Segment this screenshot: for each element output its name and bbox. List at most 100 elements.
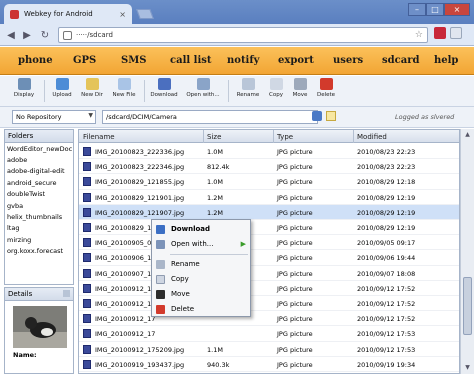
tab-close-icon[interactable]: × (119, 10, 126, 19)
menu-help[interactable]: help (434, 55, 458, 66)
menu-call-list[interactable]: call list (170, 55, 212, 66)
menu-sms[interactable]: SMS (121, 55, 147, 66)
window-close-button[interactable]: × (444, 3, 470, 16)
file-name: IMG_20100906_19 (95, 254, 156, 263)
folder-item[interactable]: org.koxx.forecast (5, 246, 73, 257)
table-row[interactable]: IMG_20100919_193437.jpg 940.3k JPG picture… (79, 357, 459, 372)
image-file-icon (83, 192, 91, 202)
repository-select[interactable]: No Repository ▼ (12, 110, 96, 124)
file-modified: 2010/09/05 09:17 (357, 239, 416, 248)
bookmark-star-icon[interactable]: ☆ (415, 30, 423, 40)
back-icon[interactable]: ◀ (4, 28, 18, 42)
file-type: JPG picture (277, 345, 313, 354)
folder-item[interactable]: android_secure (5, 177, 73, 188)
delete-button[interactable]: Delete (308, 78, 344, 105)
file-name: IMG_20100823_222346.jpg (95, 163, 185, 172)
file-type: JPG picture (277, 254, 313, 263)
photo-thumbnail (13, 306, 67, 348)
column-filename[interactable]: Filename (83, 133, 115, 141)
column-divider[interactable] (353, 130, 354, 143)
path-input[interactable]: /sdcard/DCIM/Camera (102, 110, 318, 124)
file-name: IMG_20100912_175209.jpg (95, 345, 185, 354)
table-row[interactable]: IMG_20100912_17 JPG picture 2010/09/12 17:… (79, 326, 459, 342)
address-url[interactable]: ·····/sdcard (76, 31, 415, 39)
browser-tab[interactable]: Webkey for Android × (4, 4, 132, 24)
file-type: JPG picture (277, 148, 313, 156)
file-grid: Filename Size Type Modified IMG_20100823… (78, 129, 460, 374)
ctx-rename[interactable]: Rename (152, 257, 250, 271)
folder-item[interactable]: adobe (5, 154, 73, 165)
table-row[interactable]: IMG_20100829_121901.jpg 1.2M JPG picture 20… (79, 190, 459, 205)
table-row[interactable]: IMG_20100912_17 JPG picture 2010/09/12 17:… (79, 281, 459, 296)
bookmark-icon[interactable] (326, 111, 336, 121)
scroll-down-icon[interactable]: ▼ (463, 364, 472, 372)
minimize-button[interactable]: – (408, 3, 426, 16)
folder-item[interactable]: gvba (5, 200, 73, 211)
column-divider[interactable] (203, 130, 204, 143)
scroll-up-icon[interactable]: ▲ (463, 131, 472, 139)
column-modified[interactable]: Modified (357, 133, 387, 141)
folder-item[interactable]: WordEditor_newDoc (5, 143, 73, 154)
table-row[interactable]: IMG_20100829_121855.jpg 1.0M JPG picture 20… (79, 174, 459, 190)
table-row[interactable]: IMG_20100912_17 JPG picture 2010/09/12 17:… (79, 311, 459, 327)
file-size: 1.0M (207, 148, 223, 156)
table-row[interactable]: IMG_20100906_19 JPG picture 2010/09/06 19:… (79, 250, 459, 266)
ctx-copy[interactable]: Copy (152, 272, 250, 286)
menu-users[interactable]: users (333, 55, 363, 66)
download-button[interactable]: Download (146, 78, 182, 105)
table-row[interactable]: IMG_20100823_222346.jpg 812.4k JPG picture… (79, 159, 459, 175)
grid-scrollbar[interactable]: ▲ ▼ (460, 129, 474, 374)
menu-export[interactable]: export (278, 55, 314, 66)
maximize-button[interactable]: □ (426, 3, 444, 16)
ctx-delete[interactable]: Delete (152, 302, 250, 316)
file-modified: 2010/09/12 17:52 (357, 284, 416, 293)
table-row[interactable]: IMG_20100905_09 JPG picture 2010/09/05 09:… (79, 235, 459, 251)
ctx-move[interactable]: Move (152, 287, 250, 301)
file-name: IMG_20100912_17 (95, 315, 156, 324)
file-size: 940.3k (207, 360, 230, 369)
new-file-button[interactable]: New File (106, 78, 142, 105)
address-bar[interactable]: ·····/sdcard ☆ (58, 27, 428, 43)
open-with-label: Open with... (186, 92, 220, 98)
folder-item[interactable]: adobe-digital-edit (5, 166, 73, 177)
file-type: JPG picture (277, 284, 313, 293)
table-row[interactable]: IMG_20100829_121907.jpg 1.2M JPG picture 20… (79, 204, 459, 220)
folder-item[interactable]: ltag (5, 223, 73, 234)
table-row[interactable]: IMG_20100907_18 JPG picture 2010/09/07 18:… (79, 266, 459, 281)
menu-notify[interactable]: notify (227, 55, 259, 66)
reload-icon[interactable]: ↻ (38, 28, 52, 42)
ctx-open-with[interactable]: Open with... ▶ (152, 237, 250, 251)
scroll-thumb[interactable] (463, 277, 472, 335)
settings-wrench-icon[interactable] (450, 27, 462, 39)
table-row[interactable]: IMG_20100912_17 JPG picture 2010/09/12 17:… (79, 296, 459, 312)
image-file-icon (83, 147, 91, 156)
logged-status: Logged as slvered (395, 113, 455, 121)
folder-item[interactable]: doubleTwist (5, 189, 73, 200)
display-button[interactable]: Display (6, 78, 42, 105)
folder-item[interactable]: mirzing (5, 234, 73, 245)
table-row[interactable]: IMG_20100829_12 JPG picture 2010/08/29 12:… (79, 220, 459, 236)
column-divider[interactable] (273, 130, 274, 143)
folder-item[interactable]: helix_thumbnails (5, 211, 73, 222)
table-row[interactable]: IMG_20100823_222336.jpg 1.0M JPG picture 20… (79, 144, 459, 160)
extension-icon[interactable] (434, 27, 446, 39)
column-type[interactable]: Type (277, 133, 293, 141)
menu-phone[interactable]: phone (18, 55, 53, 66)
open-with-button[interactable]: Open with... (185, 78, 221, 105)
new-tab-button[interactable] (136, 9, 154, 19)
ctx-download[interactable]: Download (152, 222, 250, 236)
file-name: IMG_20100912_17 (95, 300, 156, 308)
file-type: JPG picture (277, 193, 313, 202)
refresh-icon[interactable] (312, 111, 322, 121)
table-row[interactable]: IMG_20100912_175209.jpg 1.1M JPG picture 20… (79, 342, 459, 357)
collapse-icon[interactable] (63, 290, 70, 297)
column-size[interactable]: Size (207, 133, 221, 141)
forward-icon[interactable]: ▶ (20, 28, 34, 42)
ctx-move-label: Move (171, 290, 190, 298)
menu-sdcard[interactable]: sdcard (382, 55, 419, 66)
repository-value: No Repository (16, 113, 62, 121)
new-dir-button[interactable]: New Dir (74, 78, 110, 105)
file-modified: 2010/09/12 17:53 (357, 345, 416, 354)
menu-gps[interactable]: GPS (73, 55, 96, 66)
file-name: IMG_20100905_09 (95, 239, 156, 248)
